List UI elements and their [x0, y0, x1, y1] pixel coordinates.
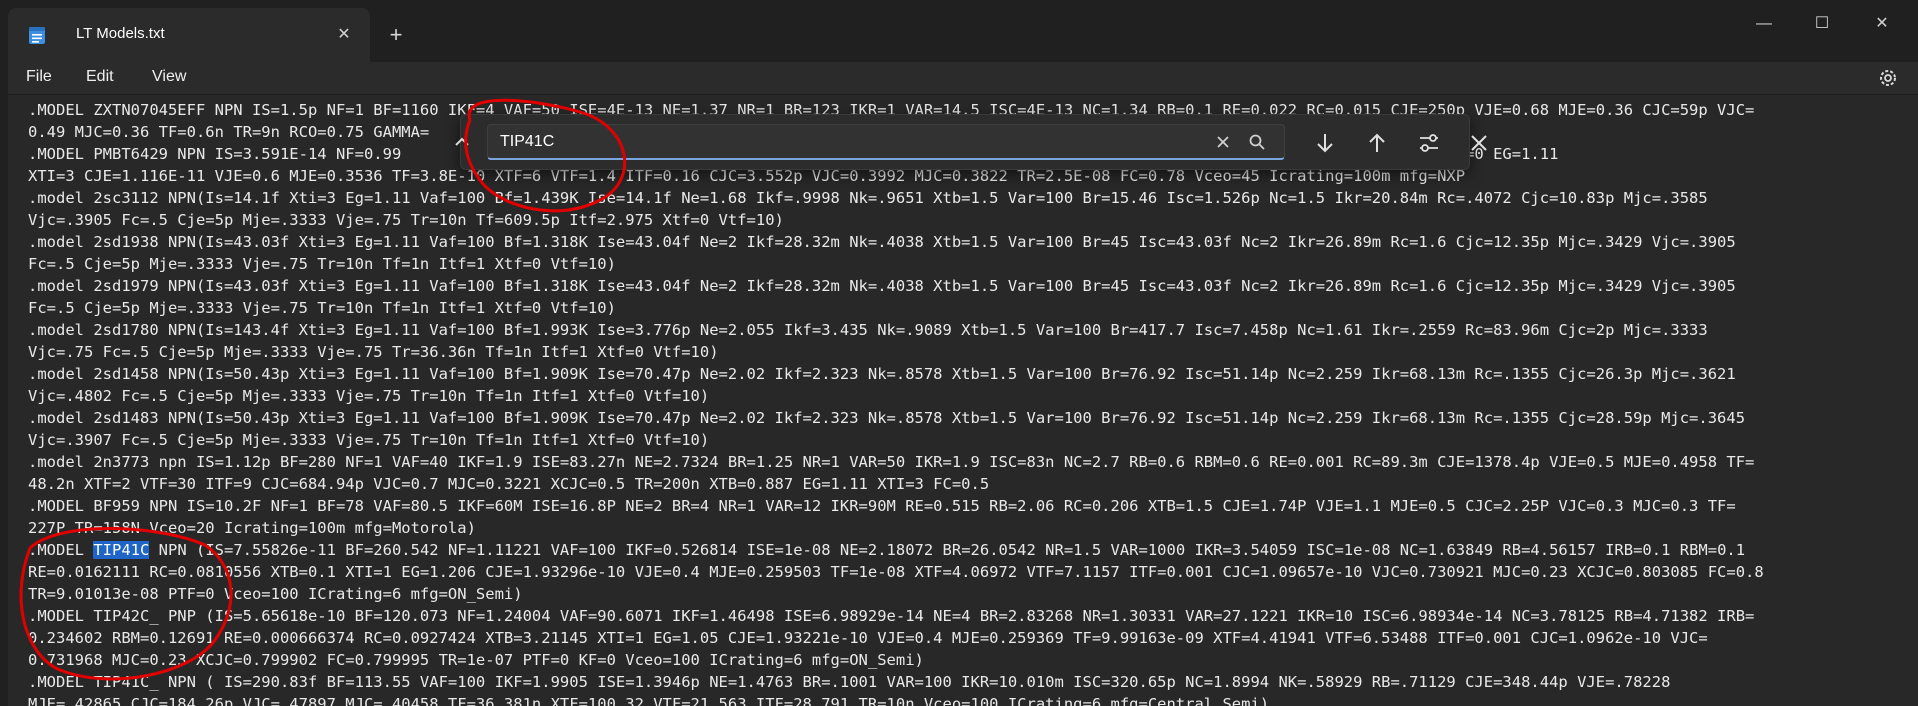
text-line: .model 2sd1458 NPN(Is=50.43p Xti=3 Eg=1.… — [28, 365, 1736, 383]
text-line: .model 2sc3112 NPN(Is=14.1f Xti=3 Eg=1.1… — [28, 189, 1708, 207]
text-line: .MODEL TIP41C_ NPN ( IS=290.83f BF=113.5… — [28, 673, 1671, 691]
maximize-button[interactable]: ☐ — [1810, 12, 1834, 36]
text-editor[interactable]: .MODEL ZXTN07045EFF NPN IS=1.5p NF=1 BF=… — [8, 94, 1918, 706]
text-line: Vjc=.3907 Fc=.5 Cje=5p Mje=.3333 Vje=.75… — [28, 431, 710, 449]
gear-icon[interactable] — [1876, 66, 1900, 90]
text-line: 0.731968 MJC=0.23 XCJC=0.799902 FC=0.799… — [28, 651, 924, 669]
text-line: Fc=.5 Cje=5p Mje=.3333 Vje=.75 Tr=10n Tf… — [28, 255, 616, 273]
close-window-button[interactable]: ✕ — [1870, 12, 1894, 36]
clear-icon[interactable] — [1213, 132, 1233, 152]
arrow-up-icon[interactable] — [1363, 129, 1391, 157]
tab-title: LT Models.txt — [76, 25, 165, 42]
menu-file[interactable]: File — [26, 68, 52, 86]
options-icon[interactable] — [1415, 129, 1443, 157]
text-line: Fc=.5 Cje=5p Mje=.3333 Vje=.75 Tr=10n Tf… — [28, 299, 616, 317]
text-line: .model 2sd1780 NPN(Is=143.4f Xti=3 Eg=1.… — [28, 321, 1708, 339]
minimize-button[interactable]: — — [1752, 12, 1776, 36]
text-line: 0.234602 RBM=0.12691 RE=0.000666374 RC=0… — [28, 629, 1708, 647]
text-line: .MODEL TIP42C_ PNP (IS=5.65618e-10 BF=12… — [28, 607, 1755, 625]
text-line: Vjc=.3905 Fc=.5 Cje=5p Mje=.3333 Vje=.75… — [28, 211, 784, 229]
text-line: RE=0.0162111 RC=0.0810556 XTB=0.1 XTI=1 … — [28, 563, 1764, 581]
chevron-up-icon[interactable] — [449, 129, 475, 155]
text-line: .model 2sd1938 NPN(Is=43.03f Xti=3 Eg=1.… — [28, 233, 1736, 251]
editor-lines: .MODEL ZXTN07045EFF NPN IS=1.5p NF=1 BF=… — [28, 99, 1908, 706]
menu-view[interactable]: View — [152, 68, 186, 86]
text-line: .MODEL TIP41C NPN (IS=7.55826e-11 BF=260… — [28, 541, 1746, 559]
menu-bar: File Edit View — [8, 62, 1918, 94]
title-bar: LT Models.txt ✕ + — ☐ ✕ — [0, 0, 1918, 62]
arrow-down-icon[interactable] — [1311, 129, 1339, 157]
notepad-icon — [29, 27, 45, 44]
text-line: .model 2n3773 npn IS=1.12p BF=280 NF=1 V… — [28, 453, 1755, 471]
new-tab-button[interactable]: + — [386, 24, 406, 46]
text-line: .model 2sd1979 NPN(Is=43.03f Xti=3 Eg=1.… — [28, 277, 1736, 295]
menu-edit[interactable]: Edit — [86, 68, 114, 86]
tab-close-icon[interactable]: ✕ — [334, 25, 354, 45]
text-line: 48.2n XTF=2 VTF=30 ITF=9 CJC=684.94p VJC… — [28, 475, 990, 493]
text-line: 227P TR=158N Vceo=20 Icrating=100m mfg=M… — [28, 519, 476, 537]
find-bar — [455, 114, 1487, 170]
text-line: Vjc=.4802 Fc=.5 Cje=5p Mje=.3333 Vje=.75… — [28, 387, 710, 405]
tab-lt-models[interactable]: LT Models.txt ✕ — [8, 8, 370, 62]
search-match-highlight: TIP41C — [93, 541, 150, 559]
close-icon[interactable] — [1465, 129, 1493, 157]
text-line: .model 2sd1483 NPN(Is=50.43p Xti=3 Eg=1.… — [28, 409, 1746, 427]
find-input[interactable] — [487, 124, 1285, 160]
search-icon[interactable] — [1247, 132, 1267, 152]
text-line: Vjc=.75 Fc=.5 Cje=5p Mje=.3333 Vje=.75 T… — [28, 343, 719, 361]
text-line: MJE=.42865 CJC=184.26p VJC=.47897 MJC=.4… — [28, 695, 1270, 706]
text-line: TR=9.01013e-08 PTF=0 Vceo=100 ICrating=6… — [28, 585, 523, 603]
text-line: .MODEL BF959 NPN IS=10.2F NF=1 BF=78 VAF… — [28, 497, 1736, 515]
